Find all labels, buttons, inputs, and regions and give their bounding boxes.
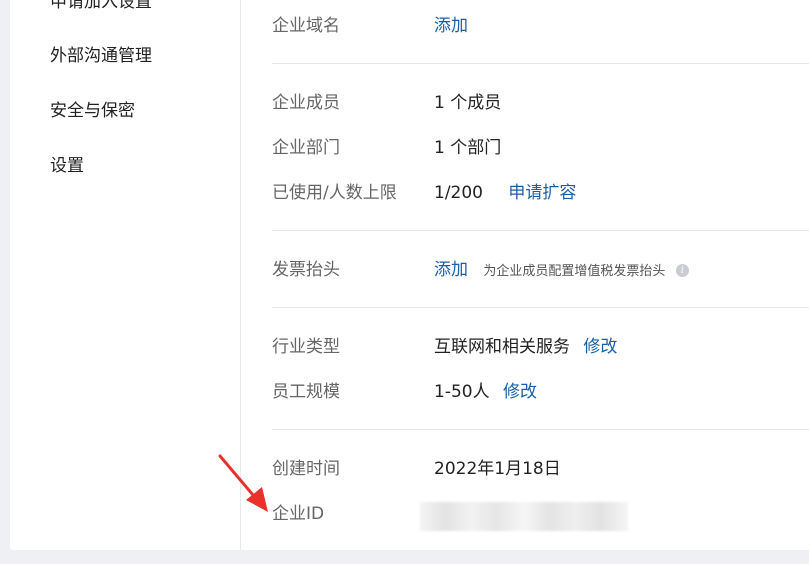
sidebar-item-join-settings[interactable]: 申请加入设置 [50,0,152,14]
settings-card: 申请加入设置 外部沟通管理 安全与保密 设置 企业域名 添加 企业成员 1 个成… [10,0,809,550]
divider [272,230,809,231]
invoice-hint: 为企业成员配置增值税发票抬头 [483,264,666,279]
invoice-value-group: 添加 为企业成员配置增值税发票抬头 i [434,258,689,284]
invoice-label: 发票抬头 [272,260,340,280]
annotation-arrow-icon [218,454,268,512]
apply-expansion-link[interactable]: 申请扩容 [508,183,576,203]
edit-industry-link[interactable]: 修改 [583,337,617,357]
capacity-value: 1/200 [434,183,483,203]
members-value: 1 个成员 [434,93,502,113]
sidebar-item-settings[interactable]: 设置 [50,154,84,178]
capacity-value-group: 1/200 申请扩容 [434,181,576,205]
sidebar: 申请加入设置 外部沟通管理 安全与保密 设置 [10,0,241,550]
scale-label: 员工规模 [272,382,340,402]
company-info-panel: 企业域名 添加 企业成员 1 个成员 企业部门 1 个部门 已使用/人数上限 1… [241,0,809,550]
divider [272,307,809,308]
created-label: 创建时间 [272,459,340,479]
corp-id-redacted-value [420,502,628,531]
industry-label: 行业类型 [272,337,340,357]
members-label: 企业成员 [272,93,340,113]
departments-value: 1 个部门 [434,138,502,158]
add-domain-link[interactable]: 添加 [434,14,468,38]
corp-id-label: 企业ID [272,504,325,524]
departments-label: 企业部门 [272,138,340,158]
sidebar-item-security[interactable]: 安全与保密 [50,99,135,123]
scale-value-group: 1-50人 修改 [434,380,537,404]
capacity-label: 已使用/人数上限 [272,183,397,203]
add-invoice-link[interactable]: 添加 [434,260,468,280]
industry-value: 互联网和相关服务 [434,337,570,357]
divider [272,63,809,64]
divider [272,429,809,430]
created-value: 2022年1月18日 [434,459,561,479]
edit-scale-link[interactable]: 修改 [503,382,537,402]
industry-value-group: 互联网和相关服务 修改 [434,335,617,359]
scale-value: 1-50人 [434,382,490,402]
domain-label: 企业域名 [272,16,340,36]
info-icon[interactable]: i [675,263,689,277]
sidebar-item-external-communication[interactable]: 外部沟通管理 [50,44,152,68]
